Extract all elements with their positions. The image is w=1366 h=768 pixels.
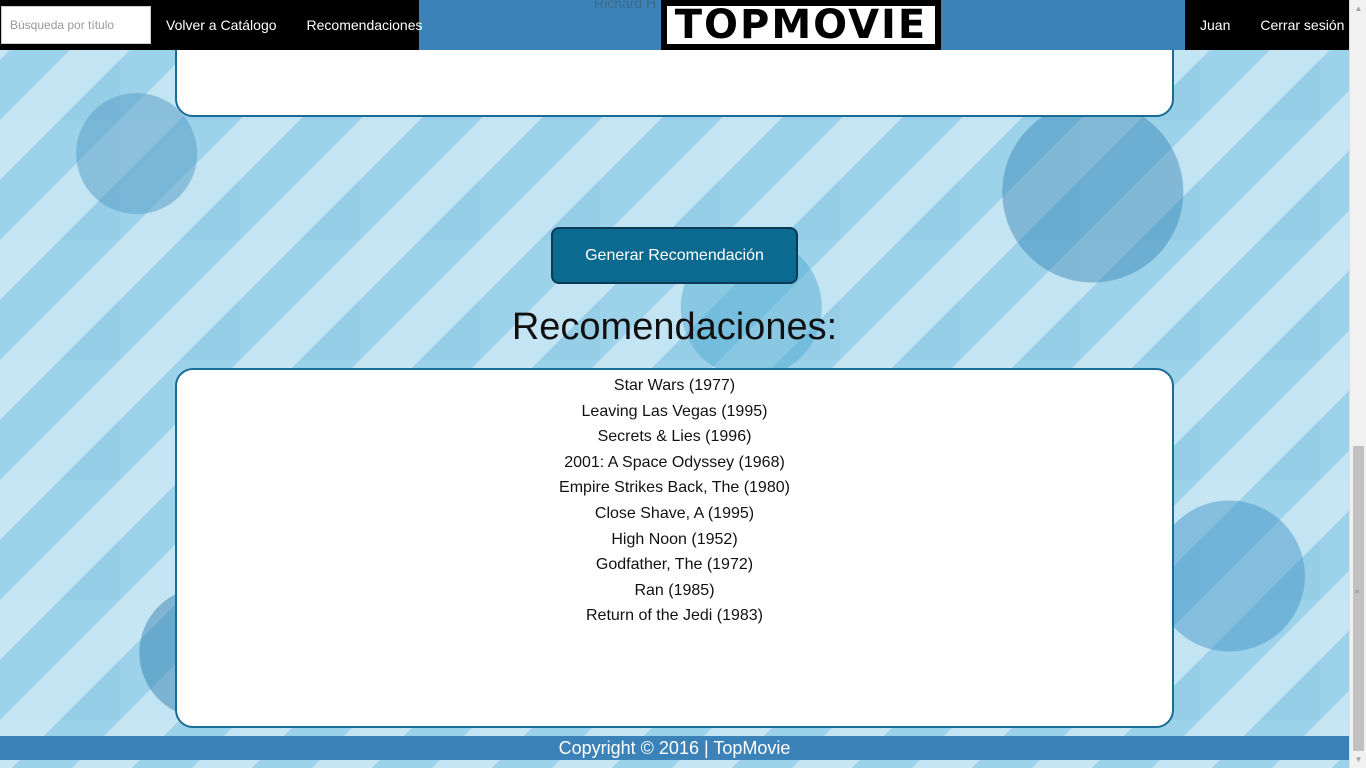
nav-left-group: Volver a Catálogo Recomendaciones (0, 0, 423, 50)
top-navbar: Richard H Volver a Catálogo Recomendacio… (0, 0, 1349, 50)
vertical-scrollbar[interactable]: ▲ ≡ ▼ (1349, 0, 1366, 768)
user-link[interactable]: Juan (1185, 0, 1230, 50)
generate-recommendation-button[interactable]: Generar Recomendación (551, 227, 798, 284)
recommendations-panel: Star Wars (1977) Leaving Las Vegas (1995… (175, 368, 1174, 728)
logo-text: TOPMOVIE (667, 2, 935, 48)
list-item: Star Wars (1977) (613, 377, 736, 394)
list-item: High Noon (1952) (611, 530, 738, 548)
list-item: Empire Strikes Back, The (1980) (559, 479, 790, 497)
list-item: Close Shave, A (1995) (594, 504, 755, 522)
logout-link[interactable]: Cerrar sesión (1230, 0, 1344, 50)
recommendations-heading: Recomendaciones: (511, 306, 838, 348)
nav-right-group: Juan Cerrar sesión (1185, 0, 1349, 50)
list-item: Ran (1985) (634, 581, 715, 599)
list-item: Leaving Las Vegas (1995) (581, 402, 768, 420)
triangle-up-icon[interactable]: ▲ (1350, 0, 1366, 17)
list-item: 2001: A Space Odyssey (1968) (564, 453, 785, 471)
copyright-text: Copyright © 2016 | TopMovie (558, 738, 791, 758)
back-to-catalog-link[interactable]: Volver a Catálogo (151, 0, 292, 50)
list-item: Godfather, The (1972) (595, 556, 754, 574)
list-item: Return of the Jedi (1983) (586, 607, 763, 625)
search-input[interactable] (1, 6, 151, 44)
truncated-text: Richard H (594, 0, 657, 11)
grip-icon: ≡ (1355, 589, 1360, 596)
logo[interactable]: TOPMOVIE (661, 0, 941, 50)
recommendations-link[interactable]: Recomendaciones (292, 0, 438, 50)
footer: Copyright © 2016 | TopMovie (0, 736, 1349, 760)
scroll-thumb[interactable]: ≡ (1353, 446, 1364, 751)
triangle-down-icon[interactable]: ▼ (1350, 751, 1366, 768)
list-item: Secrets & Lies (1996) (597, 428, 752, 446)
